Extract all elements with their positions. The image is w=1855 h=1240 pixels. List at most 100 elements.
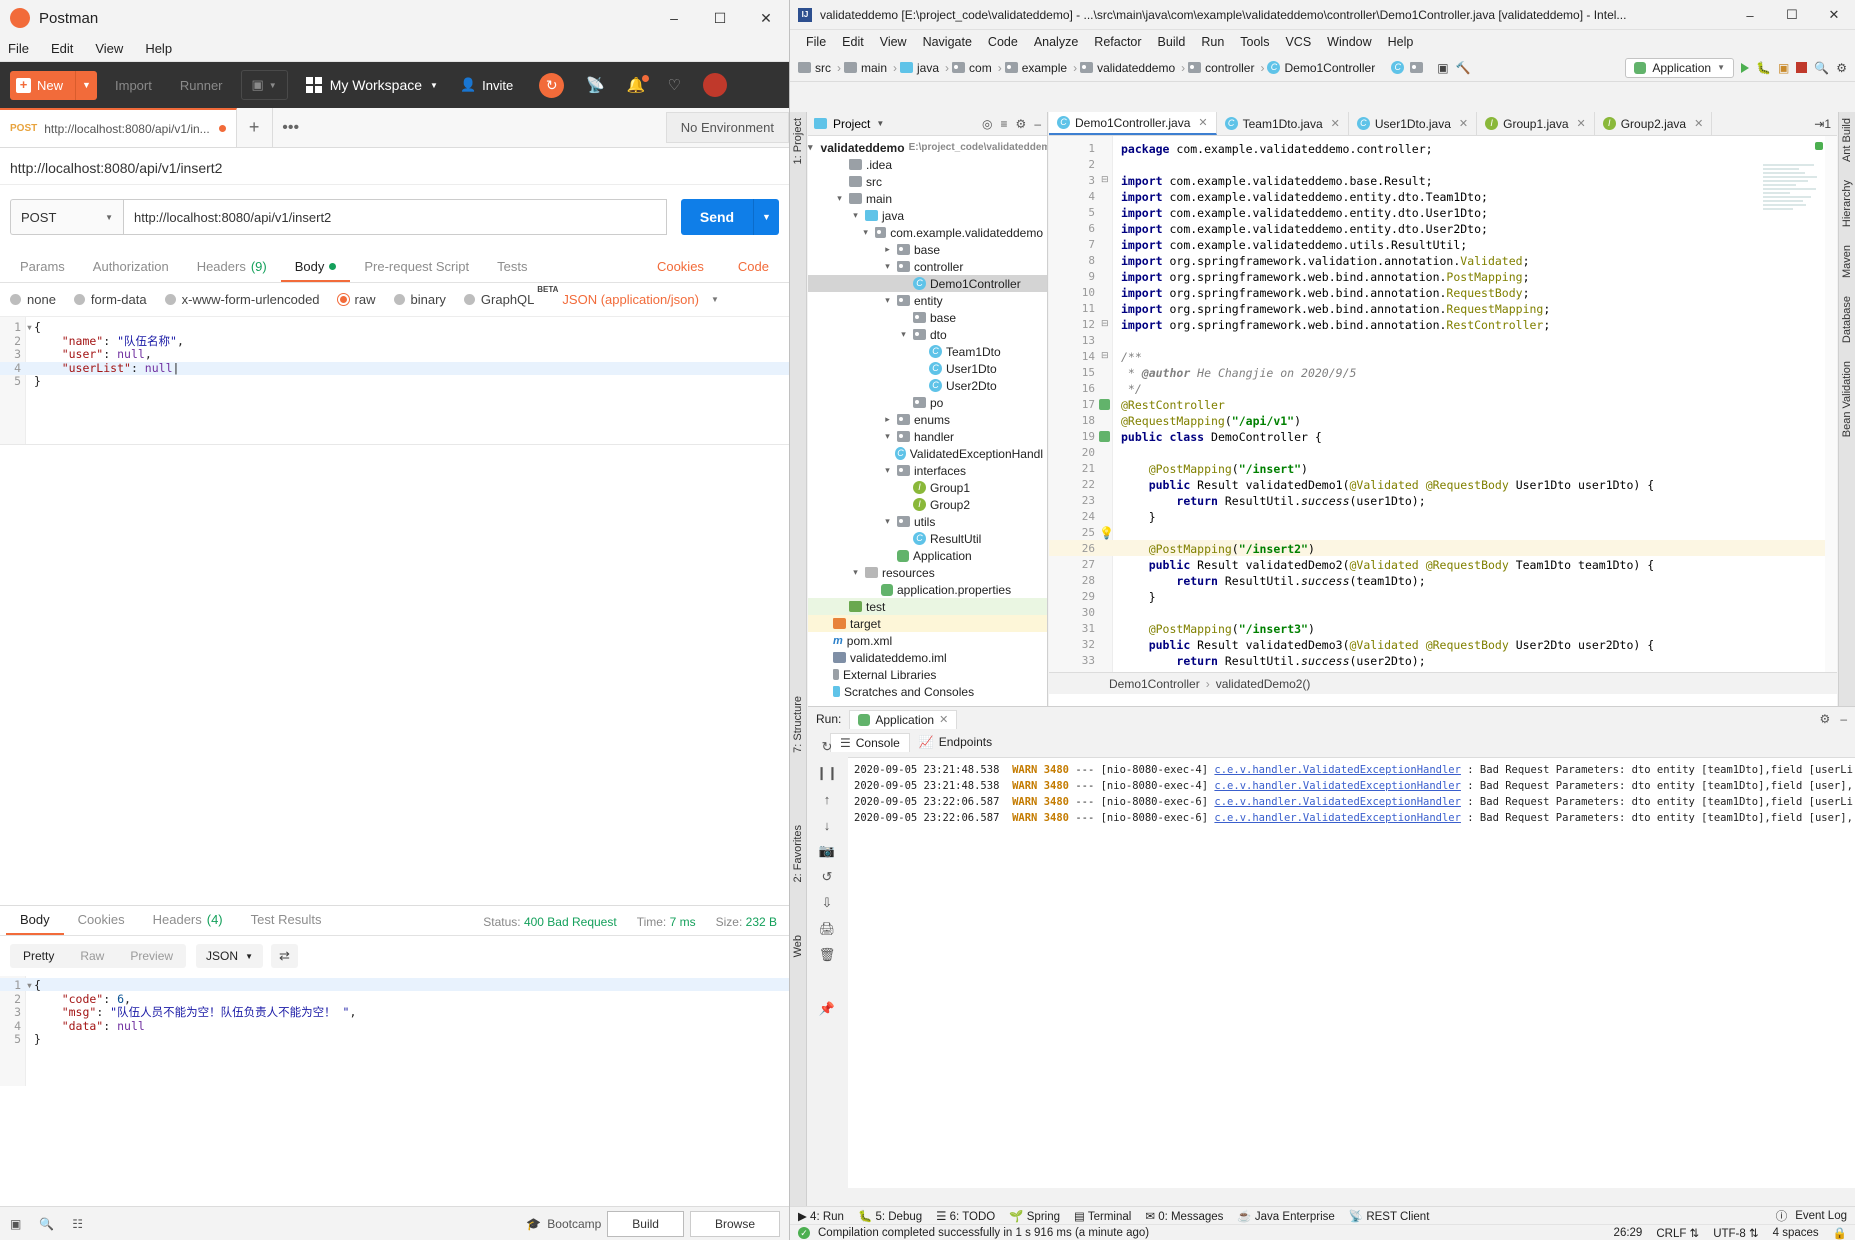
- settings-icon[interactable]: ⚙: [1836, 61, 1847, 75]
- tool-window-debug[interactable]: 🐛 5: Debug: [858, 1209, 922, 1223]
- view-mode-pretty[interactable]: Pretty: [10, 944, 67, 968]
- new-window-button[interactable]: ▣▼: [241, 70, 288, 100]
- tree-item-team1dto[interactable]: CTeam1Dto: [808, 343, 1047, 360]
- menu-file[interactable]: File: [8, 41, 29, 56]
- code-link[interactable]: Code: [724, 253, 783, 282]
- tool-bean-validation[interactable]: Bean Validation: [1839, 355, 1855, 443]
- method-selector[interactable]: POST ▼: [10, 199, 123, 235]
- tree-item-validatedexceptionhandl[interactable]: CValidatedExceptionHandl: [808, 445, 1047, 462]
- new-dropdown-caret-icon[interactable]: ▼: [75, 71, 97, 100]
- collapse-all-icon[interactable]: ≡: [1001, 117, 1008, 131]
- hide-icon[interactable]: –: [1034, 117, 1041, 131]
- close-icon[interactable]: ✕: [1331, 117, 1340, 130]
- close-icon[interactable]: ✕: [1459, 117, 1468, 130]
- breadcrumb-class[interactable]: CDemo1Controller: [1267, 61, 1378, 75]
- add-tab-button[interactable]: +: [237, 108, 273, 147]
- tree-item-base[interactable]: ▸base: [808, 241, 1047, 258]
- expand-arrow-icon[interactable]: ▾: [834, 193, 845, 204]
- chevron-down-icon[interactable]: ▼: [876, 119, 884, 128]
- tree-item-base[interactable]: base: [808, 309, 1047, 326]
- tree-item-user1dto[interactable]: CUser1Dto: [808, 360, 1047, 377]
- expand-arrow-icon[interactable]: ▾: [850, 210, 861, 221]
- menu-refactor[interactable]: Refactor: [1086, 33, 1149, 51]
- url-input[interactable]: http://localhost:8080/api/v1/insert2: [123, 199, 667, 235]
- console-logger[interactable]: c.e.v.handler.ValidatedExceptionHandler: [1214, 796, 1461, 808]
- scroll-down-icon[interactable]: ↓: [819, 817, 835, 833]
- build-hammer-icon[interactable]: 🔨: [1456, 61, 1471, 75]
- console-output[interactable]: 2020-09-05 23:21:48.538 WARN 3480 --- [n…: [848, 757, 1855, 1188]
- tab-tests[interactable]: Tests: [483, 253, 541, 282]
- console-logger[interactable]: c.e.v.handler.ValidatedExceptionHandler: [1214, 764, 1461, 776]
- hide-icon[interactable]: –: [1840, 712, 1847, 726]
- close-button[interactable]: ✕: [743, 0, 789, 36]
- maximize-button[interactable]: ☐: [697, 0, 743, 36]
- tree-item-test[interactable]: test: [808, 598, 1047, 615]
- sync-icon[interactable]: ↻: [539, 73, 564, 98]
- fold-caret-icon[interactable]: ▾: [26, 321, 33, 334]
- run-icon[interactable]: [1741, 63, 1749, 73]
- tool-maven[interactable]: Maven: [1839, 239, 1855, 284]
- tree-item-com-example-validateddemo[interactable]: ▾com.example.validateddemo: [808, 224, 1047, 241]
- scroll-up-icon[interactable]: ↑: [819, 791, 835, 807]
- stop-icon[interactable]: [1796, 62, 1807, 73]
- body-type-graphql[interactable]: GraphQLBETA: [464, 292, 534, 307]
- browse-button[interactable]: Browse: [690, 1211, 780, 1237]
- tool-structure[interactable]: 7: Structure: [790, 690, 806, 759]
- run-configuration-selector[interactable]: Application ▼: [1625, 58, 1734, 78]
- tree-item-pom-xml[interactable]: mpom.xml: [808, 632, 1047, 649]
- intention-bulb-icon[interactable]: 💡: [1099, 526, 1114, 540]
- breadcrumb-src[interactable]: src: [798, 61, 834, 75]
- bell-icon[interactable]: 🔔: [627, 76, 646, 94]
- minimize-button[interactable]: –: [651, 0, 697, 36]
- invite-button[interactable]: 👤 Invite: [460, 77, 513, 93]
- send-dropdown-caret-icon[interactable]: ▼: [753, 199, 779, 235]
- expand-arrow-icon[interactable]: ▾: [882, 465, 893, 476]
- menu-view[interactable]: View: [95, 41, 123, 56]
- sidebar-toggle-icon[interactable]: ▣: [10, 1217, 21, 1231]
- view-mode-preview[interactable]: Preview: [117, 944, 186, 968]
- spring-bean-gutter-icon[interactable]: [1099, 399, 1110, 410]
- console-icon[interactable]: ☷: [72, 1217, 83, 1231]
- menu-edit[interactable]: Edit: [51, 41, 73, 56]
- response-format-selector[interactable]: JSON ▼: [196, 944, 263, 968]
- menu-help[interactable]: Help: [1380, 33, 1422, 51]
- avatar[interactable]: [703, 73, 727, 97]
- tool-window-rest-client[interactable]: 📡 REST Client: [1349, 1209, 1430, 1223]
- expand-arrow-icon[interactable]: ▾: [882, 516, 893, 527]
- tool-database[interactable]: Database: [1839, 290, 1855, 349]
- console-logger[interactable]: c.e.v.handler.ValidatedExceptionHandler: [1214, 812, 1461, 824]
- clear-all-icon[interactable]: 🗑: [819, 947, 835, 963]
- fold-caret-icon[interactable]: ▾: [26, 979, 33, 992]
- pause-icon[interactable]: ❙❙: [819, 765, 835, 781]
- tree-item-handler[interactable]: ▾handler: [808, 428, 1047, 445]
- tab-more-button[interactable]: •••: [273, 108, 309, 147]
- tree-item--idea[interactable]: .idea: [808, 156, 1047, 173]
- menu-view[interactable]: View: [872, 33, 915, 51]
- build-button[interactable]: Build: [607, 1211, 684, 1237]
- wrap-lines-icon[interactable]: ⇄: [271, 944, 298, 968]
- send-button[interactable]: Send: [681, 199, 753, 235]
- breadcrumb-example[interactable]: example: [1005, 61, 1070, 75]
- tree-item-application[interactable]: Application: [808, 547, 1047, 564]
- tree-item-validateddemo-iml[interactable]: validateddemo.iml: [808, 649, 1047, 666]
- response-body-viewer[interactable]: 1 ▾ { 2 "code": 6, 3 "msg": "队伍人员不能为空！队伍…: [0, 976, 789, 1086]
- tab-authorization[interactable]: Authorization: [79, 253, 183, 282]
- locate-icon[interactable]: ◎: [982, 117, 992, 131]
- cookies-link[interactable]: Cookies: [643, 253, 718, 282]
- breadcrumb-com[interactable]: com: [952, 61, 995, 75]
- event-log-button[interactable]: ⓘ Event Log: [1776, 1208, 1847, 1224]
- expand-arrow-icon[interactable]: ▾: [808, 142, 813, 153]
- tool-window-messages[interactable]: ✉ 0: Messages: [1145, 1209, 1223, 1223]
- menu-build[interactable]: Build: [1150, 33, 1194, 51]
- settings-icon[interactable]: ⚙: [1820, 712, 1831, 726]
- tool-window-java-enterprise[interactable]: ☕ Java Enterprise: [1237, 1209, 1334, 1223]
- editor-tab-demo1controller[interactable]: C Demo1Controller.java ✕: [1049, 112, 1217, 135]
- tree-item-main[interactable]: ▾main: [808, 190, 1047, 207]
- editor-breadcrumb-class[interactable]: Demo1Controller: [1109, 677, 1200, 691]
- expand-arrow-icon[interactable]: ▾: [882, 261, 893, 272]
- tree-item-src[interactable]: src: [808, 173, 1047, 190]
- menu-edit[interactable]: Edit: [834, 33, 872, 51]
- print-icon[interactable]: 🖨: [819, 921, 835, 937]
- tree-item-group1[interactable]: IGroup1: [808, 479, 1047, 496]
- response-tab-headers[interactable]: Headers (4): [139, 906, 237, 935]
